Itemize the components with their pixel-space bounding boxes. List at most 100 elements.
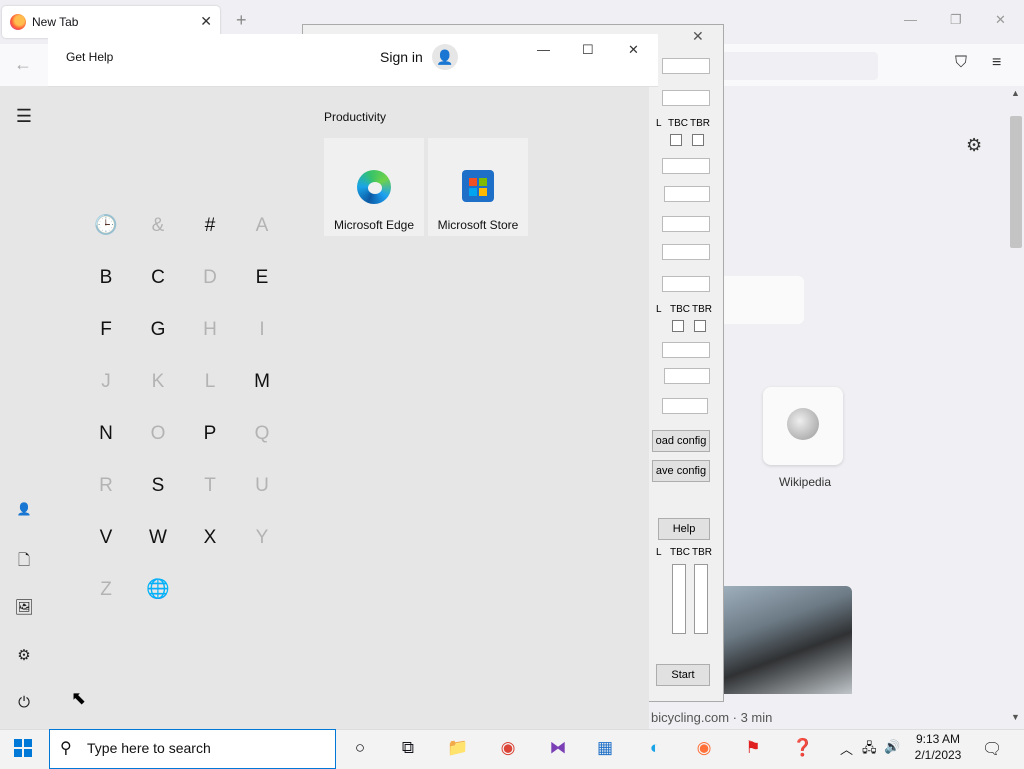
get-help-title: Get Help — [66, 50, 114, 64]
column-label: TBR — [692, 547, 712, 558]
quick-assist-icon[interactable]: ❓ — [790, 736, 816, 760]
letter-jump-V[interactable]: V — [86, 526, 126, 550]
letter-jump-C[interactable]: C — [138, 266, 178, 290]
config-field[interactable] — [664, 186, 710, 202]
power-icon[interactable]: ⏻ — [14, 694, 34, 714]
letter-jump-X[interactable]: X — [190, 526, 230, 550]
firefox-icon[interactable]: ◉ — [691, 736, 717, 760]
windows-start-icon[interactable] — [14, 739, 32, 757]
browser-close-button[interactable]: ✕ — [995, 12, 1006, 28]
search-placeholder[interactable]: Type here to search — [87, 740, 211, 756]
maximize-button[interactable]: ☐ — [582, 42, 594, 58]
wikipedia-globe-icon — [787, 408, 819, 440]
column-label: L — [656, 304, 662, 315]
browser-scrollbar[interactable]: ▲ ▼ — [1008, 86, 1024, 729]
task-view-icon[interactable]: ⧉ — [395, 736, 421, 760]
pictures-icon[interactable]: 🖼 — [14, 598, 34, 618]
back-button[interactable]: ← — [14, 54, 32, 75]
newtab-settings-icon[interactable]: ⚙ — [966, 135, 982, 156]
scroll-down-icon[interactable]: ▼ — [1011, 712, 1020, 722]
checkbox[interactable] — [692, 134, 704, 146]
letter-jump-A: A — [255, 215, 269, 236]
browser-restore-button[interactable]: ❐ — [950, 12, 962, 28]
config-field[interactable] — [662, 58, 710, 74]
chrome-icon[interactable]: ◉ — [495, 736, 521, 760]
letter-jump-L: L — [204, 371, 216, 392]
scroll-up-icon[interactable]: ▲ — [1011, 88, 1020, 98]
letter-jump-J: J — [101, 371, 111, 392]
letter-jump-S[interactable]: S — [138, 474, 178, 498]
browser-minimize-button[interactable]: — — [904, 12, 917, 27]
new-tab-button[interactable]: + — [236, 10, 247, 31]
save-config-button[interactable]: ave config — [652, 460, 710, 482]
volume-icon[interactable]: 🔊 — [884, 739, 900, 755]
tab-close-icon[interactable]: ✕ — [200, 13, 212, 30]
config-field[interactable] — [662, 276, 710, 292]
tile-microsoft-store[interactable]: Microsoft Store — [428, 138, 528, 236]
tile-microsoft-edge[interactable]: Microsoft Edge — [324, 138, 424, 236]
edge-icon — [357, 170, 391, 204]
letter-jump-F[interactable]: F — [86, 318, 126, 342]
mouse-cursor-icon: ⬉ — [71, 688, 87, 708]
hamburger-menu-icon[interactable]: ☰ — [14, 106, 34, 126]
config-field[interactable] — [662, 398, 708, 414]
letter-jump-R: R — [99, 475, 113, 496]
letter-jump-G[interactable]: G — [138, 318, 178, 342]
config-field[interactable] — [664, 368, 710, 384]
edge-icon[interactable]: ◐ — [642, 736, 668, 760]
documents-icon[interactable]: 🗋 — [14, 550, 34, 570]
scrollbar-thumb[interactable] — [1010, 116, 1022, 248]
story-thumbnail[interactable] — [722, 586, 852, 694]
settings-icon[interactable]: ⚙ — [14, 646, 34, 666]
tile-group-title: Productivity — [324, 110, 387, 124]
notifications-icon[interactable]: 🗨 — [982, 739, 1002, 759]
letter-jump-M[interactable]: M — [242, 370, 282, 394]
tile-label: Microsoft Store — [437, 218, 519, 232]
config-field[interactable] — [662, 216, 710, 232]
acrobat-icon[interactable]: ⚑ — [740, 736, 766, 760]
load-config-button[interactable]: oad config — [652, 430, 710, 452]
user-account-icon[interactable]: 👤 — [14, 502, 34, 522]
help-button[interactable]: Help — [658, 518, 710, 540]
tab-title: New Tab — [32, 15, 79, 29]
config-close-button[interactable]: ✕ — [692, 28, 704, 45]
microsoft-store-icon[interactable]: ▦ — [592, 736, 618, 760]
config-field[interactable] — [662, 90, 710, 106]
letter-jump-B[interactable]: B — [86, 266, 126, 290]
file-explorer-icon[interactable]: 📁 — [445, 736, 471, 760]
checkbox[interactable] — [694, 320, 706, 332]
letter-jump-E[interactable]: E — [242, 266, 282, 290]
letter-jump-P[interactable]: P — [190, 422, 230, 446]
pocket-icon[interactable]: ⛉ — [955, 54, 967, 72]
sign-in-link[interactable]: Sign in — [380, 49, 423, 65]
visual-studio-icon[interactable]: ⧓ — [545, 736, 571, 760]
letter-jump-T: T — [204, 475, 216, 496]
level-meter — [672, 564, 686, 634]
column-label: TBR — [692, 304, 712, 315]
letter-jump-K: K — [151, 371, 165, 392]
minimize-button[interactable]: — — [537, 42, 550, 57]
config-field[interactable] — [662, 244, 710, 260]
column-label: L — [656, 118, 662, 129]
letter-jump-D: D — [203, 267, 217, 288]
tray-chevron-icon[interactable]: ︿ — [840, 739, 853, 758]
config-field[interactable] — [662, 158, 710, 174]
clock[interactable]: 9:13 AM 2/1/2023 — [908, 731, 968, 763]
avatar-icon[interactable]: 👤 — [432, 44, 458, 70]
letter-jump-#[interactable]: # — [190, 214, 230, 238]
start-button[interactable]: Start — [656, 664, 710, 686]
column-label: TBC — [670, 547, 690, 558]
app-menu-icon[interactable]: ≡ — [992, 54, 1001, 72]
cortana-icon[interactable]: ○ — [347, 736, 373, 760]
config-field[interactable] — [662, 342, 710, 358]
checkbox[interactable] — [672, 320, 684, 332]
search-icon: ⚲ — [60, 740, 72, 757]
letter-jump-N[interactable]: N — [86, 422, 126, 446]
letter-jump-Q: Q — [254, 423, 270, 444]
top-site-label: Wikipedia — [778, 475, 832, 489]
letter-jump-U: U — [255, 475, 269, 496]
network-icon[interactable]: 🖧 — [862, 739, 877, 761]
letter-jump-W[interactable]: W — [138, 526, 178, 550]
checkbox[interactable] — [670, 134, 682, 146]
close-button[interactable]: ✕ — [628, 42, 639, 58]
